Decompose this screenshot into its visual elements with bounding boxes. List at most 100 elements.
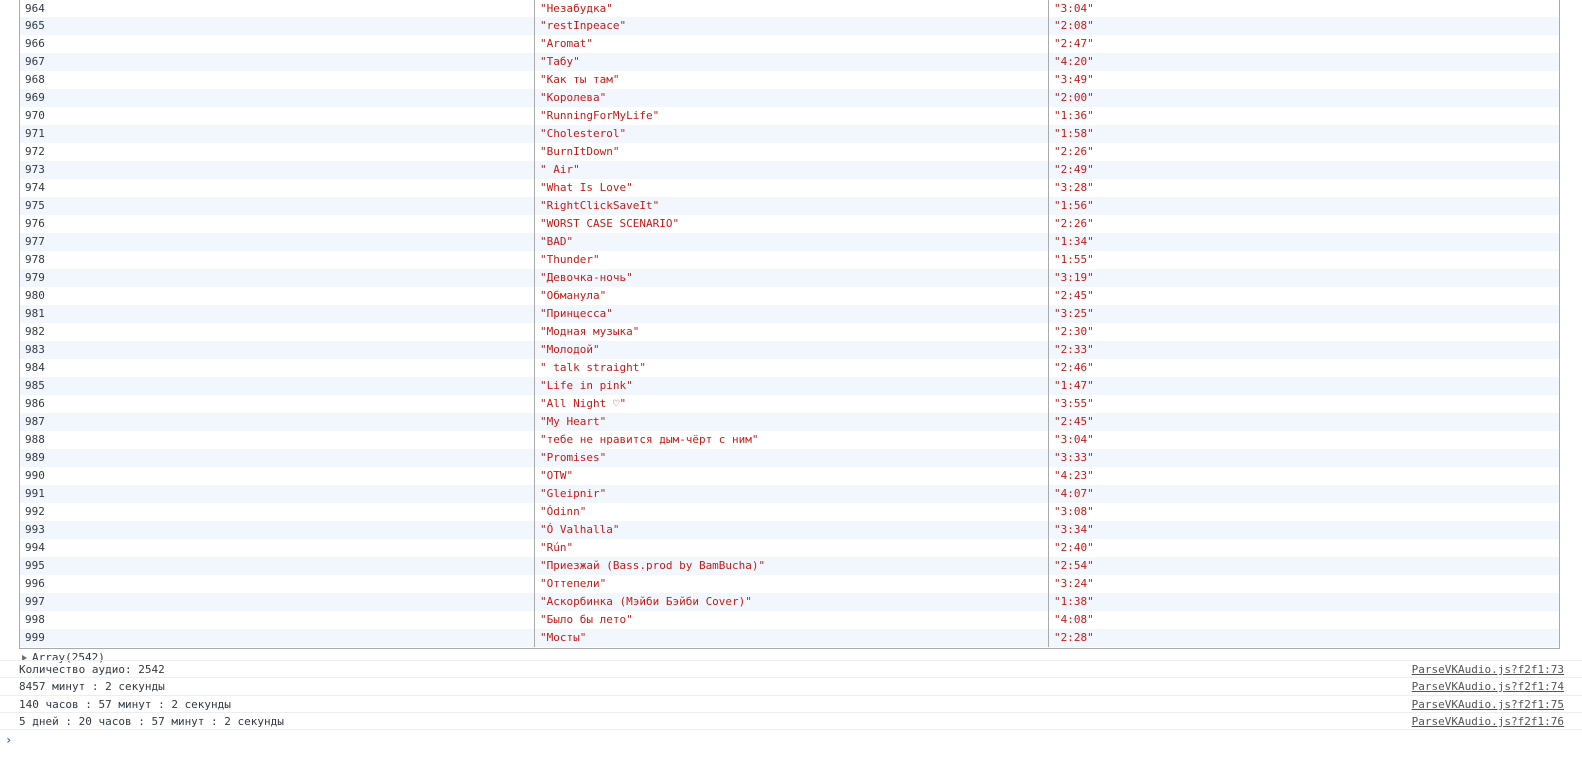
row-index-cell: 983 [20, 341, 535, 359]
table-row: 986 "All Night ♡" "3:55" [20, 395, 1559, 413]
row-index-cell: 975 [20, 197, 535, 215]
row-index-cell: 973 [20, 161, 535, 179]
row-duration-cell: "3:28" [1054, 181, 1094, 194]
row-duration-cell: "2:54" [1054, 559, 1094, 572]
row-title-cell: "WORST CASE SCENARIO" [535, 215, 1049, 233]
row-duration-cell: "1:36" [1054, 109, 1094, 122]
table-row: 982 "Модная музыка" "2:30" [20, 323, 1559, 341]
row-title-cell: "Незабудка" [535, 0, 1049, 17]
table-row: 968 "Как ты там" "3:49" [20, 71, 1559, 89]
log-message: 140 часов : 57 минут : 2 секунды [19, 698, 231, 711]
row-title-cell: "BurnItDown" [535, 143, 1049, 161]
table-row: 976 "WORST CASE SCENARIO" "2:26" [20, 215, 1559, 233]
row-duration-cell: "4:07" [1054, 487, 1094, 500]
row-duration-cell: "3:49" [1054, 73, 1094, 86]
console-table: 964 "Незабудка" "3:04" 965 "restInpeace" "2:0… [19, 0, 1560, 649]
table-row: 965 "restInpeace" "2:08" [20, 17, 1559, 35]
row-index-cell: 988 [20, 431, 535, 449]
row-title-cell: "Ódinn" [535, 503, 1049, 521]
table-row: 991 "Gleipnir" "4:07" [20, 485, 1559, 503]
row-title-cell: "What Is Love" [535, 179, 1049, 197]
table-row: 983 "Молодой" "2:33" [20, 341, 1559, 359]
row-title-cell: "Thunder" [535, 251, 1049, 269]
row-index-cell: 967 [20, 53, 535, 71]
row-index-cell: 971 [20, 125, 535, 143]
row-title-cell: "Life in pink" [535, 377, 1049, 395]
row-title-cell: "Принцесса" [535, 305, 1049, 323]
log-message: Количество аудио: 2542 [19, 663, 165, 676]
row-title-cell: "Aromat" [535, 35, 1049, 53]
console-log-line: Количество аудио: 2542 ParseVKAudio.js?f2… [0, 660, 1582, 677]
row-index-cell: 985 [20, 377, 535, 395]
prompt-divider [0, 729, 1582, 730]
row-index-cell: 982 [20, 323, 535, 341]
row-title-cell: "RightClickSaveIt" [535, 197, 1049, 215]
table-row: 981 "Принцесса" "3:25" [20, 305, 1559, 323]
row-title-cell: "restInpeace" [535, 17, 1049, 35]
log-source-link[interactable]: ParseVKAudio.js?f2f1:73 [1412, 661, 1564, 678]
table-row: 992 "Ódinn" "3:08" [20, 503, 1559, 521]
row-title-cell: "Модная музыка" [535, 323, 1049, 341]
row-duration-cell: "3:55" [1054, 397, 1094, 410]
row-title-cell: "Ó Valhalla" [535, 521, 1049, 539]
table-row: 987 "My Heart" "2:45" [20, 413, 1559, 431]
table-row: 978 "Thunder" "1:55" [20, 251, 1559, 269]
log-source-link[interactable]: ParseVKAudio.js?f2f1:75 [1412, 696, 1564, 713]
table-row: 990 "OTW" "4:23" [20, 467, 1559, 485]
row-index-cell: 976 [20, 215, 535, 233]
table-row: 995 "Приезжай (Bass.prod by BamBucha)" "2:… [20, 557, 1559, 575]
table-row: 974 "What Is Love" "3:28" [20, 179, 1559, 197]
row-title-cell: "Приезжай (Bass.prod by BamBucha)" [535, 557, 1049, 575]
row-index-cell: 995 [20, 557, 535, 575]
table-row: 977 "BAD" "1:34" [20, 233, 1559, 251]
table-row: 971 "Cholesterol" "1:58" [20, 125, 1559, 143]
row-duration-cell: "2:26" [1054, 217, 1094, 230]
row-duration-cell: "2:45" [1054, 289, 1094, 302]
row-title-cell: "Аскорбинка (Мэйби Бэйби Cover)" [535, 593, 1049, 611]
table-row: 966 "Aromat" "2:47" [20, 35, 1559, 53]
row-duration-cell: "3:34" [1054, 523, 1094, 536]
row-index-cell: 968 [20, 71, 535, 89]
row-title-cell: "Как ты там" [535, 71, 1049, 89]
row-duration-cell: "2:08" [1054, 19, 1094, 32]
row-duration-cell: "1:55" [1054, 253, 1094, 266]
row-title-cell: "Мосты" [535, 629, 1049, 647]
row-index-cell: 997 [20, 593, 535, 611]
row-index-cell: 965 [20, 17, 535, 35]
log-message: 5 дней : 20 часов : 57 минут : 2 секунды [19, 715, 284, 728]
row-duration-cell: "3:33" [1054, 451, 1094, 464]
log-source-link[interactable]: ParseVKAudio.js?f2f1:74 [1412, 678, 1564, 695]
row-title-cell: "My Heart" [535, 413, 1049, 431]
row-duration-cell: "2:40" [1054, 541, 1094, 554]
row-duration-cell: "1:56" [1054, 199, 1094, 212]
row-index-cell: 996 [20, 575, 535, 593]
table-row: 999 "Мосты" "2:28" [20, 629, 1559, 647]
row-index-cell: 980 [20, 287, 535, 305]
row-duration-cell: "3:04" [1054, 433, 1094, 446]
row-index-cell: 989 [20, 449, 535, 467]
table-row: 969 "Королева" "2:00" [20, 89, 1559, 107]
row-title-cell: "Девочка-ночь" [535, 269, 1049, 287]
log-message: 8457 минут : 2 секунды [19, 680, 165, 693]
table-row: 994 "Rún" "2:40" [20, 539, 1559, 557]
table-row: 988 "тебе не нравится дым-чёрт с ним" "3:0… [20, 431, 1559, 449]
row-duration-cell: "2:45" [1054, 415, 1094, 428]
row-index-cell: 992 [20, 503, 535, 521]
row-title-cell: "Обманула" [535, 287, 1049, 305]
table-row: 979 "Девочка-ночь" "3:19" [20, 269, 1559, 287]
table-row: 998 "Было бы лето" "4:08" [20, 611, 1559, 629]
row-index-cell: 970 [20, 107, 535, 125]
row-title-cell: "Gleipnir" [535, 485, 1049, 503]
row-index-cell: 999 [20, 629, 535, 647]
console-prompt-icon[interactable]: › [5, 733, 12, 747]
row-index-cell: 981 [20, 305, 535, 323]
row-index-cell: 974 [20, 179, 535, 197]
console-log-line: 5 дней : 20 часов : 57 минут : 2 секунды… [0, 712, 1582, 729]
row-index-cell: 972 [20, 143, 535, 161]
table-row: 993 "Ó Valhalla" "3:34" [20, 521, 1559, 539]
row-duration-cell: "4:23" [1054, 469, 1094, 482]
console-log-line: 140 часов : 57 минут : 2 секунды ParseVKA… [0, 695, 1582, 712]
row-title-cell: " Air" [535, 161, 1049, 179]
table-row: 967 "Табу" "4:20" [20, 53, 1559, 71]
log-source-link[interactable]: ParseVKAudio.js?f2f1:76 [1412, 713, 1564, 730]
